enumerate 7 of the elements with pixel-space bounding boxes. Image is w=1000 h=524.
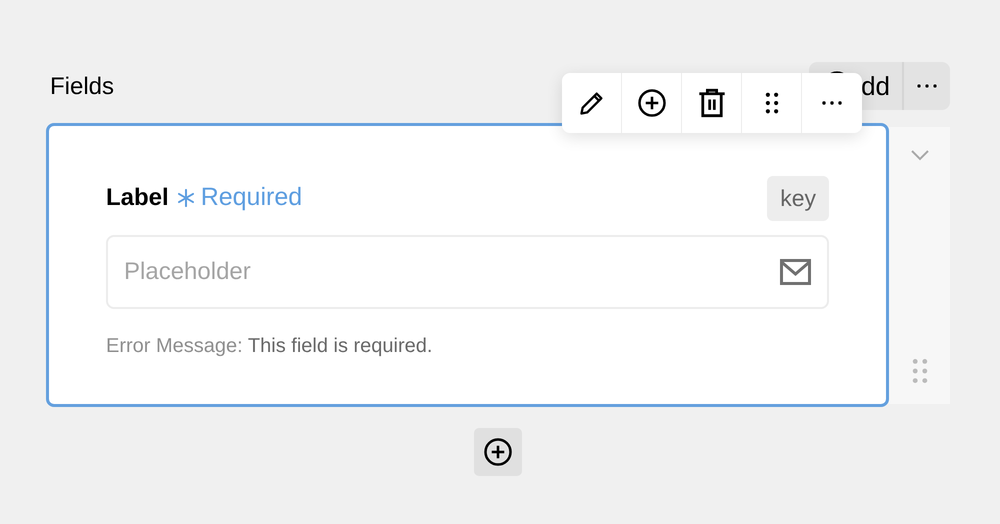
input-field[interactable]: Placeholder — [106, 235, 829, 309]
field-card[interactable]: Label Required key Placeholder Error Message: This field is required. — [46, 123, 889, 407]
key-badge: key — [767, 176, 829, 220]
required-label: Required — [200, 182, 302, 214]
field-label: Label — [106, 183, 169, 213]
error-message: Error Message: This field is required. — [106, 334, 434, 359]
section-title: Fields — [49, 72, 114, 102]
